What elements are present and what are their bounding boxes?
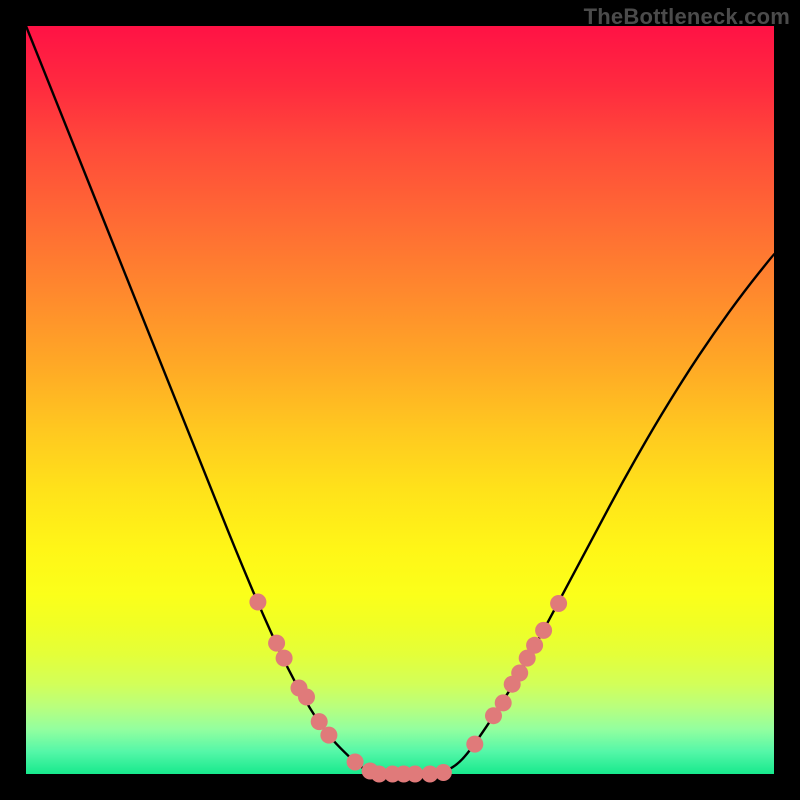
data-marker — [268, 635, 285, 652]
data-marker — [298, 689, 315, 706]
data-marker — [526, 637, 543, 654]
data-marker — [407, 766, 424, 783]
data-marker — [320, 727, 337, 744]
chart-frame: TheBottleneck.com — [0, 0, 800, 800]
watermark-text: TheBottleneck.com — [584, 4, 790, 30]
data-marker — [550, 595, 567, 612]
data-marker — [466, 736, 483, 753]
marker-group — [249, 594, 567, 783]
data-marker — [435, 764, 452, 781]
data-marker — [249, 594, 266, 611]
chart-svg — [26, 26, 774, 774]
data-marker — [276, 650, 293, 667]
data-marker — [495, 694, 512, 711]
data-marker — [511, 665, 528, 682]
bottleneck-curve — [26, 26, 774, 774]
data-marker — [347, 754, 364, 771]
data-marker — [535, 622, 552, 639]
plot-area — [26, 26, 774, 774]
